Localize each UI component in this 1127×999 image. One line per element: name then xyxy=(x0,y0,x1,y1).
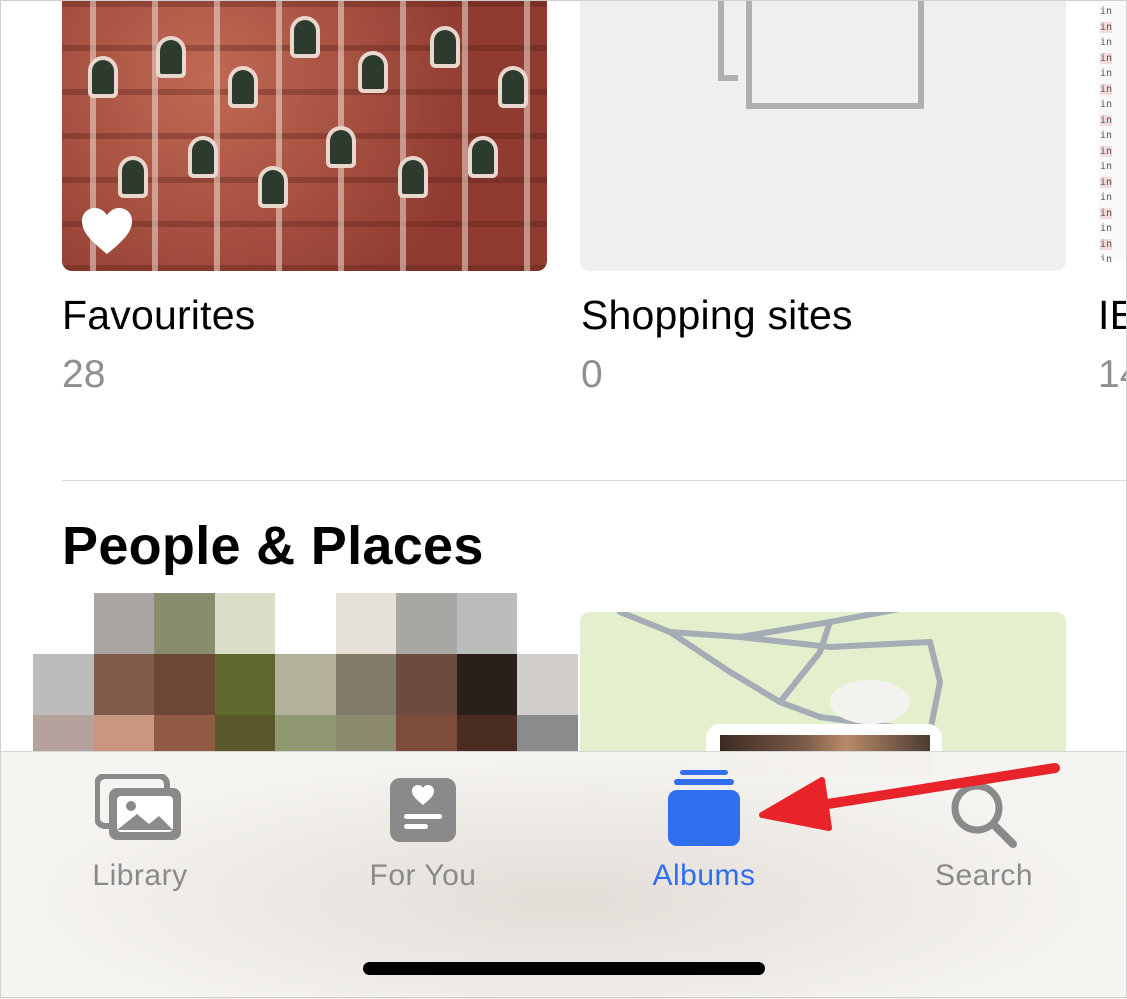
ie-preview-line: in xyxy=(1100,207,1113,219)
mosaic-block xyxy=(33,715,94,751)
mosaic-block xyxy=(396,654,457,715)
album-count: 0 xyxy=(581,353,603,396)
mosaic-block xyxy=(335,593,397,654)
ie-preview-line: in xyxy=(1100,145,1113,157)
ie-preview-line: in xyxy=(1100,192,1113,203)
mosaic-block xyxy=(93,715,155,751)
tab-search[interactable]: Search xyxy=(884,752,1084,912)
ie-preview-line: in xyxy=(1100,114,1113,126)
photo-stack-icon xyxy=(95,774,181,840)
ie-preview-line: in xyxy=(1100,52,1113,64)
ie-preview-line: in xyxy=(1100,254,1113,262)
mosaic-block xyxy=(154,654,215,715)
ie-preview-line: in xyxy=(1100,238,1113,250)
tab-label: Library xyxy=(92,859,188,892)
album-ie[interactable]: in in in in in in in in in in in in in in in in in IE 14 xyxy=(1090,0,1127,420)
ie-thumbnail: in in in in in in in in in in in in in in in in in xyxy=(1098,0,1127,262)
tab-albums[interactable]: Albums xyxy=(604,752,804,912)
home-indicator xyxy=(363,962,765,975)
tab-for-you[interactable]: For You xyxy=(323,752,523,912)
mosaic-block xyxy=(33,654,94,715)
albums-stack-icon xyxy=(668,770,740,846)
empty-album-icon xyxy=(718,0,924,109)
mosaic-block xyxy=(456,593,518,654)
mosaic-block xyxy=(154,715,215,751)
tab-library[interactable]: Library xyxy=(40,752,240,912)
mosaic-block xyxy=(456,654,518,715)
mosaic-block xyxy=(335,715,397,751)
section-title-people-places: People & Places xyxy=(62,516,484,576)
tab-label: Search xyxy=(934,859,1034,892)
shopping-sites-thumbnail xyxy=(580,0,1066,271)
mosaic-block xyxy=(214,593,276,654)
mosaic-block xyxy=(93,593,155,654)
tab-label: For You xyxy=(369,859,477,892)
ie-preview-line: in xyxy=(1100,37,1113,48)
ie-preview-line: in xyxy=(1100,130,1113,141)
ie-preview-line: in xyxy=(1100,68,1113,79)
mosaic-block xyxy=(335,654,397,715)
mosaic-block xyxy=(517,593,578,654)
ie-preview-line: in xyxy=(1100,223,1113,234)
mosaic-block xyxy=(214,654,276,715)
for-you-heart-card-icon xyxy=(390,778,456,842)
ie-preview-line: in xyxy=(1100,6,1113,17)
mosaic-block xyxy=(275,654,336,715)
mosaic-block xyxy=(396,715,457,751)
tab-label: Albums xyxy=(652,859,756,892)
album-shopping-sites[interactable]: Shopping sites 0 xyxy=(0,0,1080,420)
album-title: IE xyxy=(1098,292,1127,338)
mosaic-block xyxy=(456,715,518,751)
mosaic-block xyxy=(33,593,94,654)
mosaic-block xyxy=(214,715,276,751)
people-album-thumbnail[interactable] xyxy=(33,593,578,751)
mosaic-block xyxy=(154,593,215,654)
album-title: Shopping sites xyxy=(581,292,853,338)
ie-preview-line: in xyxy=(1100,83,1113,95)
ie-preview-line: in xyxy=(1100,21,1113,33)
album-count: 14 xyxy=(1098,353,1127,396)
ie-preview-line: in xyxy=(1100,176,1113,188)
magnifier-icon xyxy=(951,782,1017,848)
section-divider xyxy=(62,480,1127,481)
ie-preview-line: in xyxy=(1100,99,1113,110)
mosaic-block xyxy=(93,654,155,715)
mosaic-block xyxy=(275,593,336,654)
mosaic-block xyxy=(275,715,336,751)
mosaic-block xyxy=(517,654,578,715)
mosaic-block xyxy=(517,715,578,751)
mosaic-block xyxy=(396,593,457,654)
ie-preview-line: in xyxy=(1100,161,1113,172)
